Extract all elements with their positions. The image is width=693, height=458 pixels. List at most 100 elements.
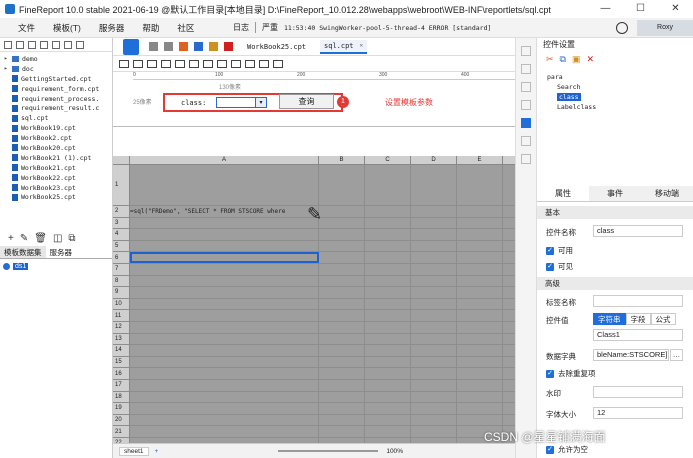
spreadsheet[interactable]: ABCDE 1 2 =sql("FRDemo", "SELECT * FROM ST… (113, 156, 515, 443)
grid-cell[interactable] (130, 229, 319, 240)
grid-corner[interactable] (113, 156, 130, 164)
grid-cell[interactable] (365, 368, 411, 379)
grid-cell[interactable] (457, 206, 503, 217)
maximize-button[interactable]: ☐ (623, 0, 658, 18)
row-header-cell[interactable]: 4 (113, 229, 130, 240)
grid-cell[interactable] (365, 298, 411, 310)
grid-cell[interactable] (365, 263, 411, 275)
grid-cell[interactable] (319, 217, 365, 229)
widget-query-icon[interactable] (273, 59, 283, 68)
grid-cell[interactable] (130, 379, 319, 391)
file-item[interactable]: WorkBook20.cpt (0, 143, 112, 153)
grid-cell[interactable] (365, 321, 411, 333)
menu-file[interactable]: 文件 (18, 22, 35, 34)
value-type-field[interactable]: 字段 (625, 313, 651, 325)
tab-events[interactable]: 事件 (589, 186, 641, 201)
paste-icon[interactable] (209, 42, 218, 51)
widget-settings-icon[interactable] (521, 118, 531, 128)
row-header-cell[interactable]: 12 (113, 321, 130, 333)
grid-cell[interactable] (130, 263, 319, 275)
file-item[interactable]: requirement_process. (0, 94, 112, 104)
widget-checkbox-icon[interactable] (189, 59, 199, 68)
grid-cell[interactable] (411, 426, 457, 437)
grid-cell[interactable] (411, 287, 457, 298)
grid-cell[interactable] (130, 165, 319, 205)
grid-cell[interactable] (319, 275, 365, 287)
grid-cell[interactable] (319, 333, 365, 345)
column-header-cell[interactable]: E (457, 156, 503, 164)
allow-empty-checkbox[interactable]: ✓ 允许为空 (546, 444, 588, 455)
tab-workbook25[interactable]: WorkBook25.cpt (243, 40, 310, 54)
tree-node-class[interactable]: class (547, 92, 693, 102)
dict-input[interactable]: bleName:STSCORE] (593, 349, 669, 361)
row-header-cell[interactable]: 16 (113, 368, 130, 379)
grid-cell[interactable] (365, 403, 411, 414)
tree-node-para[interactable]: para (547, 72, 693, 82)
file-item[interactable]: WorkBook23.cpt (0, 183, 112, 193)
grid-cell[interactable] (457, 229, 503, 240)
dedupe-checkbox[interactable]: ✓ 去除重复项 (546, 368, 596, 379)
value-type-formula[interactable]: 公式 (650, 313, 676, 325)
file-item[interactable]: sql.cpt (0, 113, 112, 123)
widget-tree-icon[interactable] (245, 59, 255, 68)
file-item[interactable]: WorkBook25.cpt (0, 192, 112, 202)
collapse-icon[interactable] (76, 40, 84, 49)
file-item[interactable]: ▸ doc (0, 64, 112, 74)
grid-cell[interactable] (457, 310, 503, 321)
row-header-cell[interactable]: 17 (113, 379, 130, 391)
dataset-item[interactable]: ds1 (0, 261, 112, 272)
grid-cell[interactable] (319, 298, 365, 310)
minimize-button[interactable]: — (588, 0, 623, 18)
widget-combobox-icon[interactable] (217, 59, 227, 68)
grid-cell[interactable] (411, 345, 457, 356)
grid-cell[interactable] (411, 414, 457, 426)
grid-cell[interactable] (457, 345, 503, 356)
grid-cell[interactable] (319, 403, 365, 414)
condition-icon[interactable] (521, 136, 531, 146)
preview-dataset-icon[interactable]: ◫ (53, 233, 62, 244)
grid-cell[interactable] (457, 321, 503, 333)
query-button[interactable]: 查询 (279, 94, 334, 109)
grid-cell[interactable] (457, 263, 503, 275)
template-icon[interactable] (123, 38, 139, 55)
grid-cell[interactable] (130, 287, 319, 298)
grid-cell[interactable] (365, 356, 411, 368)
grid-cell[interactable] (411, 310, 457, 321)
grid-cell[interactable] (130, 333, 319, 345)
row-header-cell[interactable]: 18 (113, 391, 130, 403)
grid-cell[interactable] (457, 298, 503, 310)
file-item[interactable]: WorkBook21.cpt (0, 163, 112, 173)
file-item[interactable]: WorkBook2.cpt (0, 133, 112, 143)
grid-cell[interactable] (457, 240, 503, 252)
menu-template[interactable]: 模板(T) (53, 22, 81, 34)
menu-server[interactable]: 服务器 (99, 22, 125, 34)
grid-cell[interactable] (457, 379, 503, 391)
undo-icon[interactable] (149, 42, 158, 51)
row-header-cell[interactable]: 8 (113, 275, 130, 287)
copy-icon[interactable]: ⧉ (560, 54, 566, 65)
grid-cell[interactable] (319, 414, 365, 426)
grid-cell[interactable] (130, 368, 319, 379)
dropdown-arrow-icon[interactable]: ▾ (255, 97, 267, 108)
value-type-string[interactable]: 字符串 (593, 313, 626, 325)
grid-cell[interactable] (365, 165, 411, 205)
grid-cell[interactable] (319, 310, 365, 321)
float-element-icon[interactable] (521, 100, 531, 110)
widget-radio-icon[interactable] (203, 59, 213, 68)
grid-cell[interactable] (319, 263, 365, 275)
grid-cell[interactable] (411, 356, 457, 368)
value-input[interactable]: Class1 (593, 329, 683, 341)
redo-icon[interactable] (164, 42, 173, 51)
enabled-checkbox[interactable]: ✓ 可用 (546, 245, 573, 256)
row-header-cell[interactable]: 19 (113, 403, 130, 414)
delete-icon[interactable] (224, 42, 233, 51)
dict-more-button[interactable]: … (670, 349, 683, 361)
copy-dataset-icon[interactable]: ⧉ (68, 233, 75, 244)
file-item[interactable]: WorkBook19.cpt (0, 123, 112, 133)
row-header-cell[interactable]: 3 (113, 217, 130, 229)
grid-cell[interactable] (457, 414, 503, 426)
widget-textbox-icon[interactable] (133, 59, 143, 68)
grid-cell[interactable] (411, 217, 457, 229)
close-window-button[interactable]: ✕ (658, 0, 693, 18)
grid-cell[interactable] (457, 217, 503, 229)
